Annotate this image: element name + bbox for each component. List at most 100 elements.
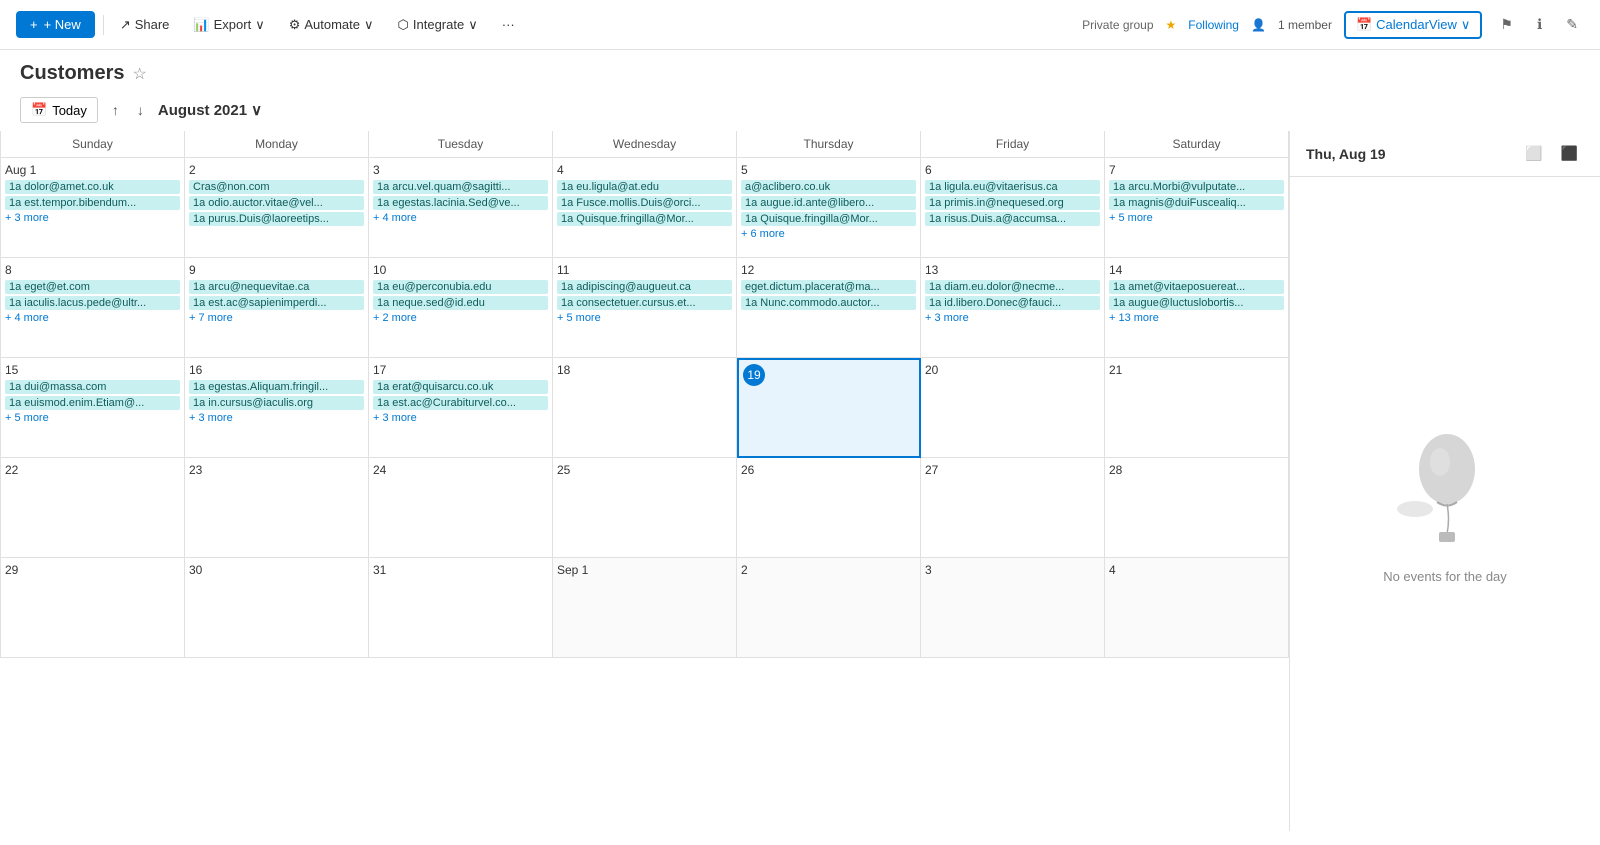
more-events-link[interactable]: + 4 more — [373, 212, 548, 224]
event-item[interactable]: 1a ligula.eu@vitaerisus.ca — [925, 180, 1100, 194]
next-month-button[interactable]: ↓ — [133, 98, 148, 122]
day-cell[interactable]: 12eget.dictum.placerat@ma...1a Nunc.comm… — [737, 258, 921, 358]
panel-icon-btn1[interactable]: ⬜ — [1519, 141, 1548, 166]
day-cell[interactable]: 26 — [737, 458, 921, 558]
more-events-link[interactable]: + 4 more — [5, 312, 180, 324]
more-events-link[interactable]: + 2 more — [373, 312, 548, 324]
day-cell[interactable]: 4 — [1105, 558, 1289, 658]
filter-button[interactable]: ⚑ — [1494, 12, 1519, 37]
day-cell[interactable]: Sep 1 — [553, 558, 737, 658]
calendar-view-button[interactable]: 📅 CalendarView ∨ — [1344, 11, 1482, 39]
day-cell[interactable]: 71a arcu.Morbi@vulputate...1a magnis@dui… — [1105, 158, 1289, 258]
following-label[interactable]: Following — [1188, 18, 1239, 32]
more-events-link[interactable]: + 7 more — [189, 312, 364, 324]
export-button[interactable]: 📊 Export ∨ — [185, 13, 272, 37]
event-item[interactable]: eget.dictum.placerat@ma... — [741, 280, 916, 294]
integrate-button[interactable]: ⬡ Integrate ∨ — [390, 13, 486, 37]
new-button[interactable]: + + New — [16, 11, 95, 38]
day-cell[interactable]: 41a eu.ligula@at.edu1a Fusce.mollis.Duis… — [553, 158, 737, 258]
event-item[interactable]: 1a primis.in@nequesed.org — [925, 196, 1100, 210]
event-item[interactable]: 1a diam.eu.dolor@necme... — [925, 280, 1100, 294]
day-cell[interactable]: 5a@aclibero.co.uk1a augue.id.ante@libero… — [737, 158, 921, 258]
more-events-link[interactable]: + 6 more — [741, 228, 916, 240]
info-button[interactable]: ℹ — [1531, 12, 1548, 37]
day-cell[interactable]: 29 — [1, 558, 185, 658]
more-events-link[interactable]: + 3 more — [925, 312, 1100, 324]
day-cell[interactable]: 131a diam.eu.dolor@necme...1a id.libero.… — [921, 258, 1105, 358]
day-cell[interactable]: 23 — [185, 458, 369, 558]
event-item[interactable]: 1a est.ac@Curabiturvel.co... — [373, 396, 548, 410]
day-cell[interactable]: 30 — [185, 558, 369, 658]
day-cell[interactable]: 24 — [369, 458, 553, 558]
event-item[interactable]: 1a eu@perconubia.edu — [373, 280, 548, 294]
day-cell[interactable]: 21 — [1105, 358, 1289, 458]
event-item[interactable]: a@aclibero.co.uk — [741, 180, 916, 194]
panel-icon-btn2[interactable]: ⬛ — [1555, 141, 1584, 166]
event-item[interactable]: 1a risus.Duis.a@accumsa... — [925, 212, 1100, 226]
event-item[interactable]: 1a odio.auctor.vitae@vel... — [189, 196, 364, 210]
day-cell[interactable]: 81a eget@et.com1a iaculis.lacus.pede@ult… — [1, 258, 185, 358]
event-item[interactable]: 1a arcu.vel.quam@sagitti... — [373, 180, 548, 194]
event-item[interactable]: 1a egestas.lacinia.Sed@ve... — [373, 196, 548, 210]
event-item[interactable]: 1a arcu.Morbi@vulputate... — [1109, 180, 1284, 194]
favorite-star-icon[interactable]: ☆ — [132, 64, 146, 84]
event-item[interactable]: 1a augue@luctuslobortis... — [1109, 296, 1284, 310]
more-events-link[interactable]: + 5 more — [1109, 212, 1284, 224]
more-button[interactable]: ··· — [494, 13, 523, 36]
day-cell[interactable]: 27 — [921, 458, 1105, 558]
event-item[interactable]: 1a amet@vitaeposuereat... — [1109, 280, 1284, 294]
day-cell[interactable]: 2Cras@non.com1a odio.auctor.vitae@vel...… — [185, 158, 369, 258]
day-cell[interactable]: Aug 11a dolor@amet.co.uk1a est.tempor.bi… — [1, 158, 185, 258]
today-button[interactable]: 📅 Today — [20, 97, 98, 123]
event-item[interactable]: 1a iaculis.lacus.pede@ultr... — [5, 296, 180, 310]
day-cell[interactable]: 28 — [1105, 458, 1289, 558]
day-cell[interactable]: 31a arcu.vel.quam@sagitti...1a egestas.l… — [369, 158, 553, 258]
event-item[interactable]: 1a egestas.Aliquam.fringil... — [189, 380, 364, 394]
day-cell[interactable]: 101a eu@perconubia.edu1a neque.sed@id.ed… — [369, 258, 553, 358]
day-cell[interactable]: 141a amet@vitaeposuereat...1a augue@luct… — [1105, 258, 1289, 358]
day-cell[interactable]: 161a egestas.Aliquam.fringil...1a in.cur… — [185, 358, 369, 458]
event-item[interactable]: 1a est.ac@sapienimperdi... — [189, 296, 364, 310]
day-cell[interactable]: 20 — [921, 358, 1105, 458]
event-item[interactable]: 1a est.tempor.bibendum... — [5, 196, 180, 210]
day-cell[interactable]: 25 — [553, 458, 737, 558]
day-cell[interactable]: 31 — [369, 558, 553, 658]
day-cell[interactable]: 171a erat@quisarcu.co.uk1a est.ac@Curabi… — [369, 358, 553, 458]
day-cell[interactable]: 91a arcu@nequevitae.ca1a est.ac@sapienim… — [185, 258, 369, 358]
more-events-link[interactable]: + 13 more — [1109, 312, 1284, 324]
day-cell[interactable]: 2 — [737, 558, 921, 658]
event-item[interactable]: 1a arcu@nequevitae.ca — [189, 280, 364, 294]
event-item[interactable]: 1a Fusce.mollis.Duis@orci... — [557, 196, 732, 210]
day-cell[interactable]: 151a dui@massa.com1a euismod.enim.Etiam@… — [1, 358, 185, 458]
edit-button[interactable]: ✎ — [1560, 12, 1584, 37]
day-cell[interactable]: 19 — [737, 358, 921, 458]
day-cell[interactable]: 3 — [921, 558, 1105, 658]
more-events-link[interactable]: + 3 more — [5, 212, 180, 224]
event-item[interactable]: 1a Quisque.fringilla@Mor... — [741, 212, 916, 226]
event-item[interactable]: 1a Quisque.fringilla@Mor... — [557, 212, 732, 226]
event-item[interactable]: 1a id.libero.Donec@fauci... — [925, 296, 1100, 310]
day-cell[interactable]: 18 — [553, 358, 737, 458]
event-item[interactable]: 1a erat@quisarcu.co.uk — [373, 380, 548, 394]
event-item[interactable]: 1a magnis@duiFuscealiq... — [1109, 196, 1284, 210]
more-events-link[interactable]: + 5 more — [557, 312, 732, 324]
more-events-link[interactable]: + 3 more — [373, 412, 548, 424]
day-cell[interactable]: 22 — [1, 458, 185, 558]
event-item[interactable]: 1a adipiscing@augueut.ca — [557, 280, 732, 294]
event-item[interactable]: 1a eget@et.com — [5, 280, 180, 294]
more-events-link[interactable]: + 5 more — [5, 412, 180, 424]
event-item[interactable]: Cras@non.com — [189, 180, 364, 194]
prev-month-button[interactable]: ↑ — [108, 98, 123, 122]
event-item[interactable]: 1a consectetuer.cursus.et... — [557, 296, 732, 310]
event-item[interactable]: 1a euismod.enim.Etiam@... — [5, 396, 180, 410]
event-item[interactable]: 1a Nunc.commodo.auctor... — [741, 296, 916, 310]
month-label[interactable]: August 2021 ∨ — [158, 101, 262, 119]
event-item[interactable]: 1a dolor@amet.co.uk — [5, 180, 180, 194]
automate-button[interactable]: ⚙ Automate ∨ — [281, 13, 382, 37]
event-item[interactable]: 1a neque.sed@id.edu — [373, 296, 548, 310]
event-item[interactable]: 1a purus.Duis@laoreetips... — [189, 212, 364, 226]
event-item[interactable]: 1a dui@massa.com — [5, 380, 180, 394]
event-item[interactable]: 1a augue.id.ante@libero... — [741, 196, 916, 210]
event-item[interactable]: 1a in.cursus@iaculis.org — [189, 396, 364, 410]
day-cell[interactable]: 61a ligula.eu@vitaerisus.ca1a primis.in@… — [921, 158, 1105, 258]
